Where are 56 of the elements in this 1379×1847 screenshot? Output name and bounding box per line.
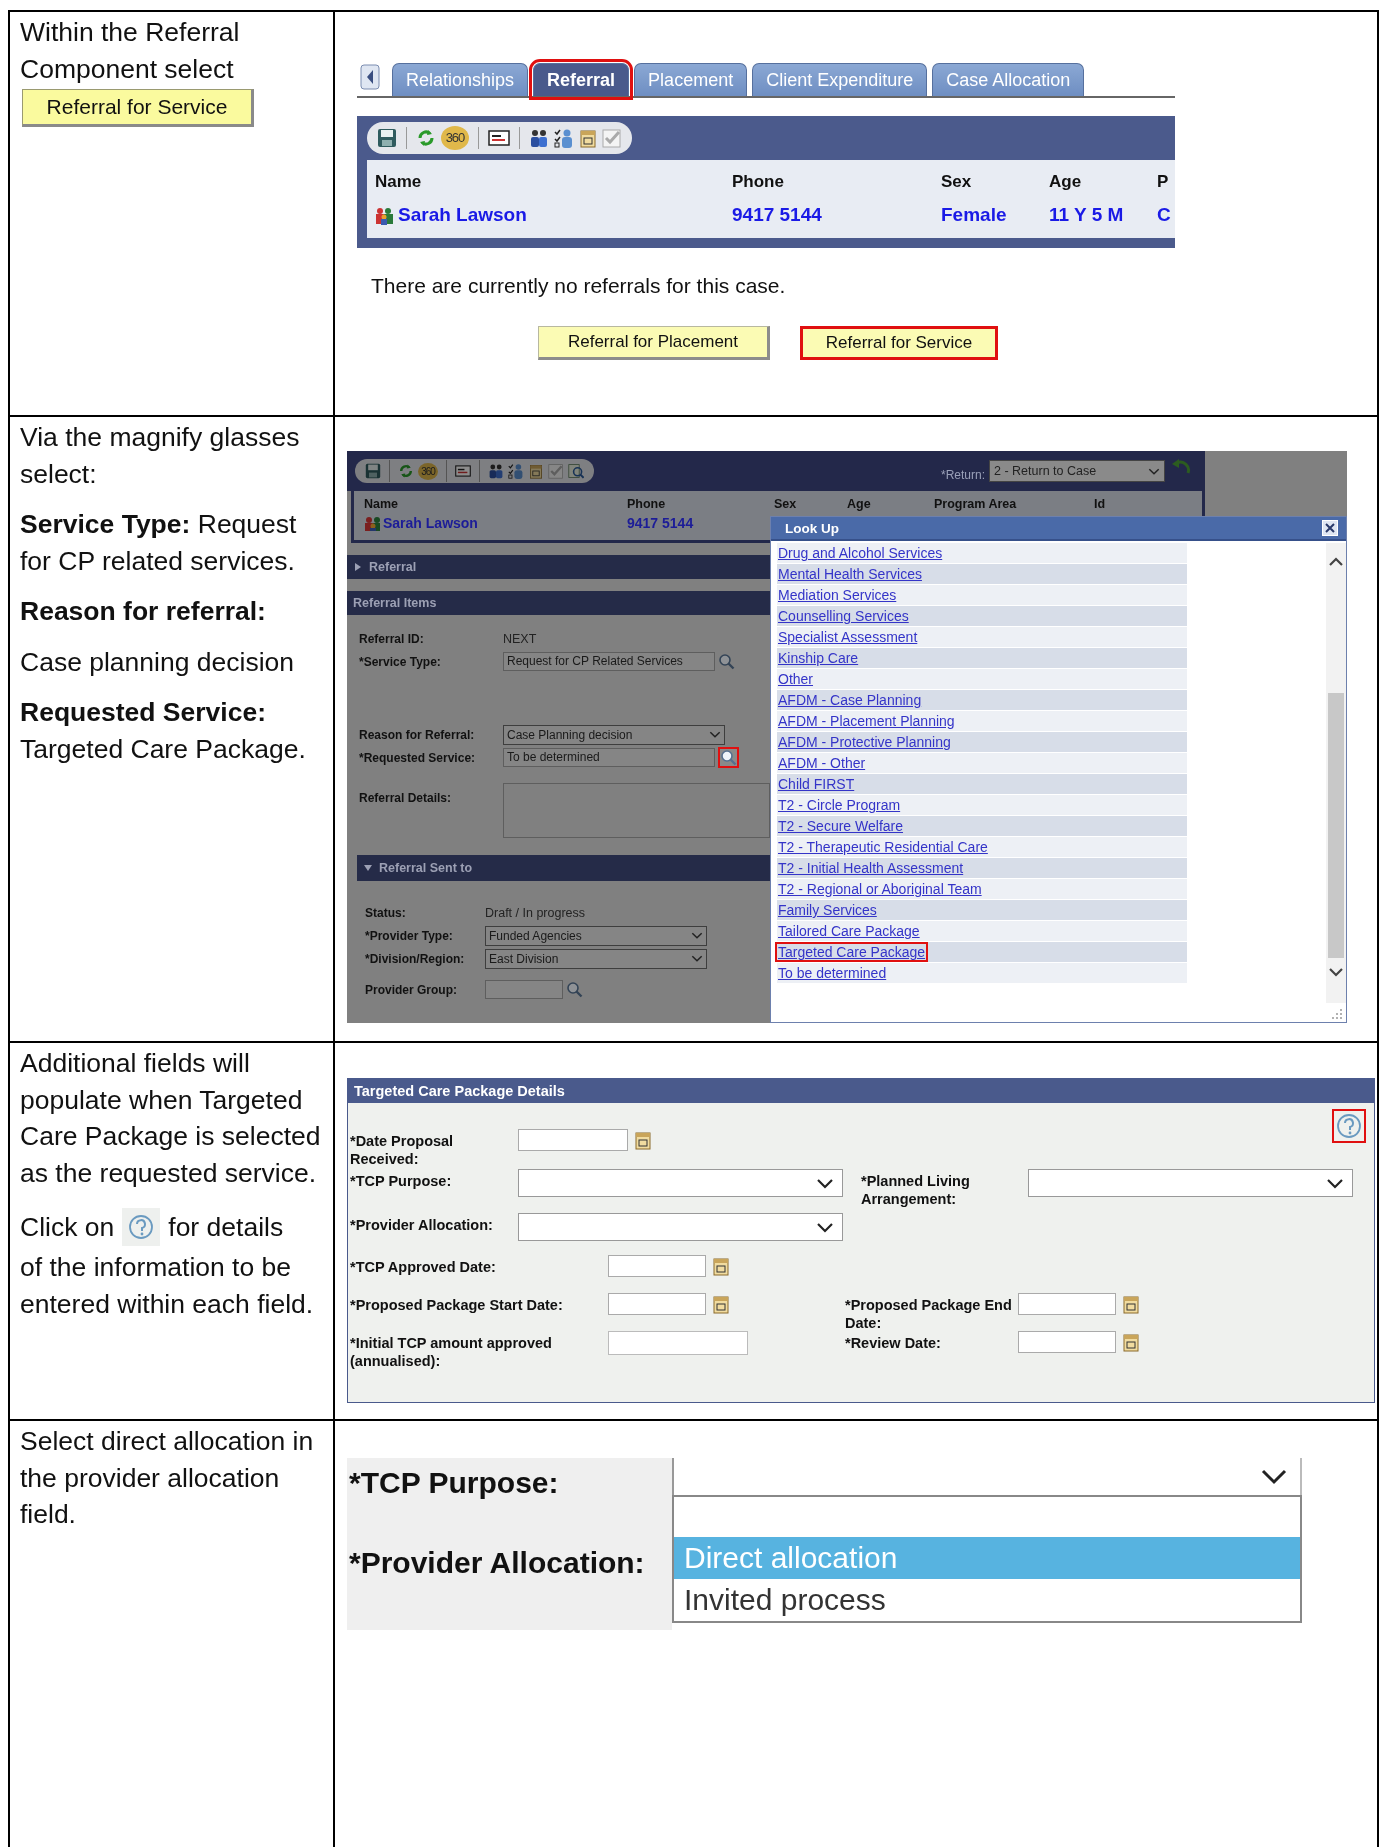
column-label: Phone [627, 497, 667, 511]
field-label: Status: [365, 905, 407, 920]
instruction-text: Case planning decision [20, 645, 296, 679]
field-label: *Service Type: [359, 654, 442, 669]
instruction-text: Via the magnify glasses select: [20, 421, 301, 491]
column-label: Program Area [934, 497, 1018, 511]
field-label: *Date Proposal Received: [349, 1132, 455, 1168]
field-label: *Provider Type: [365, 928, 454, 943]
field-label: *Provider Allocation: [348, 1546, 646, 1580]
field-label: *Division/Region: [365, 951, 466, 966]
field-value: C [1157, 204, 1172, 226]
field-label: Referral ID: [359, 631, 425, 646]
column-label: Id [1094, 497, 1107, 511]
instruction-text: Reason for referral: [20, 595, 267, 628]
field-label: *Review Date: [844, 1334, 942, 1352]
field-label: Reason for Referral: [359, 727, 476, 742]
instruction-text: Service Type: Request for CP related services. [20, 508, 298, 578]
field-label: *Proposed Package End Date: [844, 1296, 1013, 1332]
instruction-text: for details [168, 1210, 284, 1244]
column-label: Sex [774, 497, 798, 511]
column-label: P [1157, 172, 1170, 192]
button-sample: Referral for Service [22, 89, 254, 127]
field-value: NEXT [503, 631, 537, 646]
field-label: *Proposed Package Start Date: [349, 1296, 564, 1314]
field-label: *Provider Allocation: [349, 1216, 494, 1234]
instruction-text: Requested Service: Targeted Care Package. [20, 696, 307, 766]
field-label: Referral Details: [359, 791, 453, 805]
field-value: 11 Y 5 M [1049, 204, 1125, 226]
popup-title: Look Up [785, 520, 839, 536]
field-value: 9417 5144 [732, 204, 823, 226]
field-label: *TCP Purpose: [349, 1172, 453, 1190]
column-label: Age [847, 497, 872, 511]
column-label: Phone [732, 172, 785, 192]
column-label: Age [1049, 172, 1083, 192]
instruction-text: Click on [20, 1210, 115, 1244]
panel-title: Targeted Care Package Details [348, 1079, 1374, 1103]
field-label: *TCP Purpose: [348, 1466, 560, 1500]
field-label: *TCP Approved Date: [349, 1258, 497, 1276]
field-label: *Requested Service: [359, 750, 477, 765]
column-label: Name [364, 497, 400, 511]
column-label: Name [375, 172, 423, 192]
section-title: Referral [369, 560, 417, 574]
field-label: *Return: [940, 468, 985, 482]
field-value: 9417 5144 [627, 515, 695, 531]
column-label: Sex [941, 172, 973, 192]
status-message: There are currently no referrals for this case. [371, 274, 787, 298]
instruction-text: of the information to be entered within each field. [20, 1251, 315, 1321]
field-label: *Planned Living Arrangement: [860, 1172, 971, 1208]
field-value: Draft / In progress [485, 905, 586, 920]
section-title: Referral Sent to [379, 861, 473, 875]
field-label: Provider Group: [365, 982, 458, 997]
instruction-text: Additional fields will populate when Targeted Care Package is selected as the requested service. [20, 1047, 322, 1190]
instruction-text: Within the Referral Component select [20, 16, 241, 86]
field-value: Female [941, 204, 1008, 226]
instruction-text: Select direct allocation in the provider allocation field. [20, 1425, 315, 1531]
field-label: *Initial TCP amount approved (annualised): [349, 1334, 553, 1370]
